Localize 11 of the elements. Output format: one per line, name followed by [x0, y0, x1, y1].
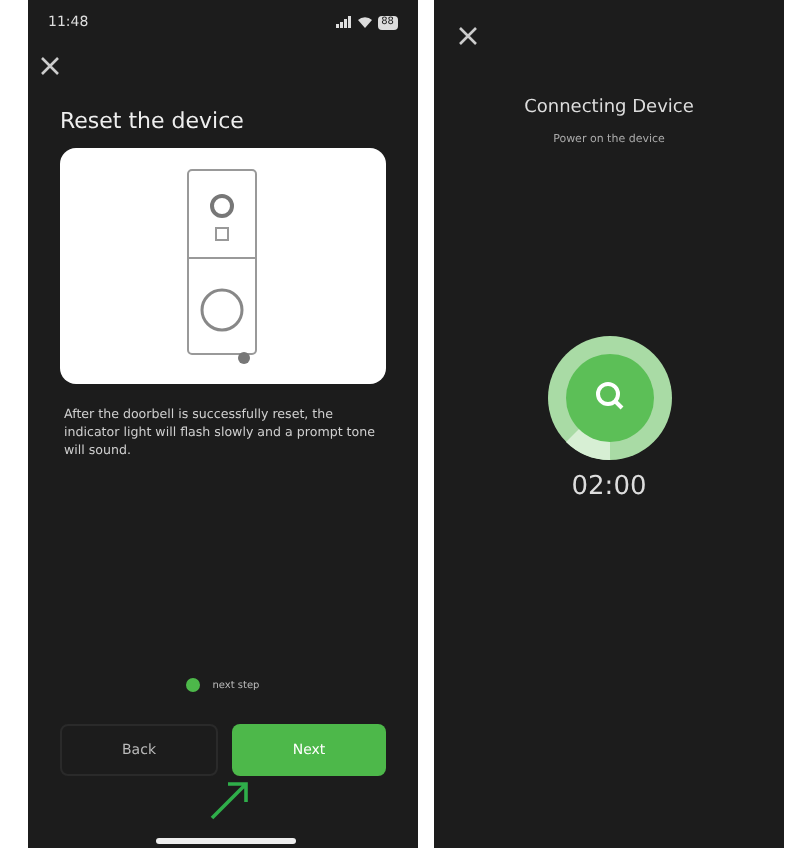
- wifi-icon: [357, 16, 372, 28]
- home-indicator: [156, 838, 296, 844]
- screen-title: Reset the device: [60, 108, 246, 134]
- signal-icon: [335, 16, 352, 28]
- close-button[interactable]: [40, 56, 60, 76]
- arrow-icon: [208, 778, 252, 822]
- close-button[interactable]: [458, 26, 478, 46]
- search-progress-drawing: [547, 336, 671, 460]
- screen-title: Connecting Device: [524, 98, 694, 118]
- countdown-timer: 02:00: [571, 472, 647, 502]
- checkbox[interactable]: [186, 678, 201, 692]
